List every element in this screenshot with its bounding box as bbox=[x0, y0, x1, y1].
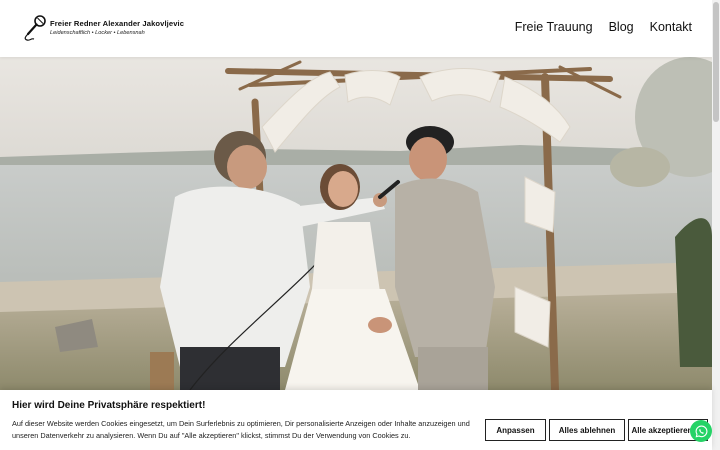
nav-item-blog[interactable]: Blog bbox=[609, 20, 634, 34]
whatsapp-button[interactable] bbox=[690, 420, 712, 442]
nav-item-freie-trauung[interactable]: Freie Trauung bbox=[515, 20, 593, 34]
page-scrollbar[interactable] bbox=[712, 0, 720, 450]
site-logo[interactable]: Freier Redner Alexander Jakovljevic Leid… bbox=[22, 14, 184, 42]
adjust-cookies-button[interactable]: Anpassen bbox=[485, 419, 546, 441]
wedding-ceremony-photo bbox=[0, 57, 712, 390]
hero-image bbox=[0, 57, 712, 390]
main-nav: Freie Trauung Blog Kontakt bbox=[515, 20, 692, 34]
whatsapp-icon bbox=[695, 425, 707, 437]
logo-name: Freier Redner Alexander Jakovljevic bbox=[50, 18, 185, 28]
site-header: Freier Redner Alexander Jakovljevic Leid… bbox=[0, 0, 712, 57]
logo-text: Freier Redner Alexander Jakovljevic Leid… bbox=[50, 20, 184, 36]
cookie-title: Hier wird Deine Privatsphäre respektiert… bbox=[12, 400, 206, 411]
logo-tagline: Leidenschaftlich • Locker • Lebensnah bbox=[50, 29, 145, 36]
scrollbar-thumb[interactable] bbox=[713, 2, 719, 122]
reject-all-button[interactable]: Alles ablehnen bbox=[549, 419, 625, 441]
microphone-icon bbox=[24, 15, 46, 41]
cookie-text: Auf dieser Website werden Cookies einges… bbox=[12, 419, 470, 440]
nav-item-kontakt[interactable]: Kontakt bbox=[650, 20, 692, 34]
cookie-banner: Hier wird Deine Privatsphäre respektiert… bbox=[0, 390, 712, 450]
